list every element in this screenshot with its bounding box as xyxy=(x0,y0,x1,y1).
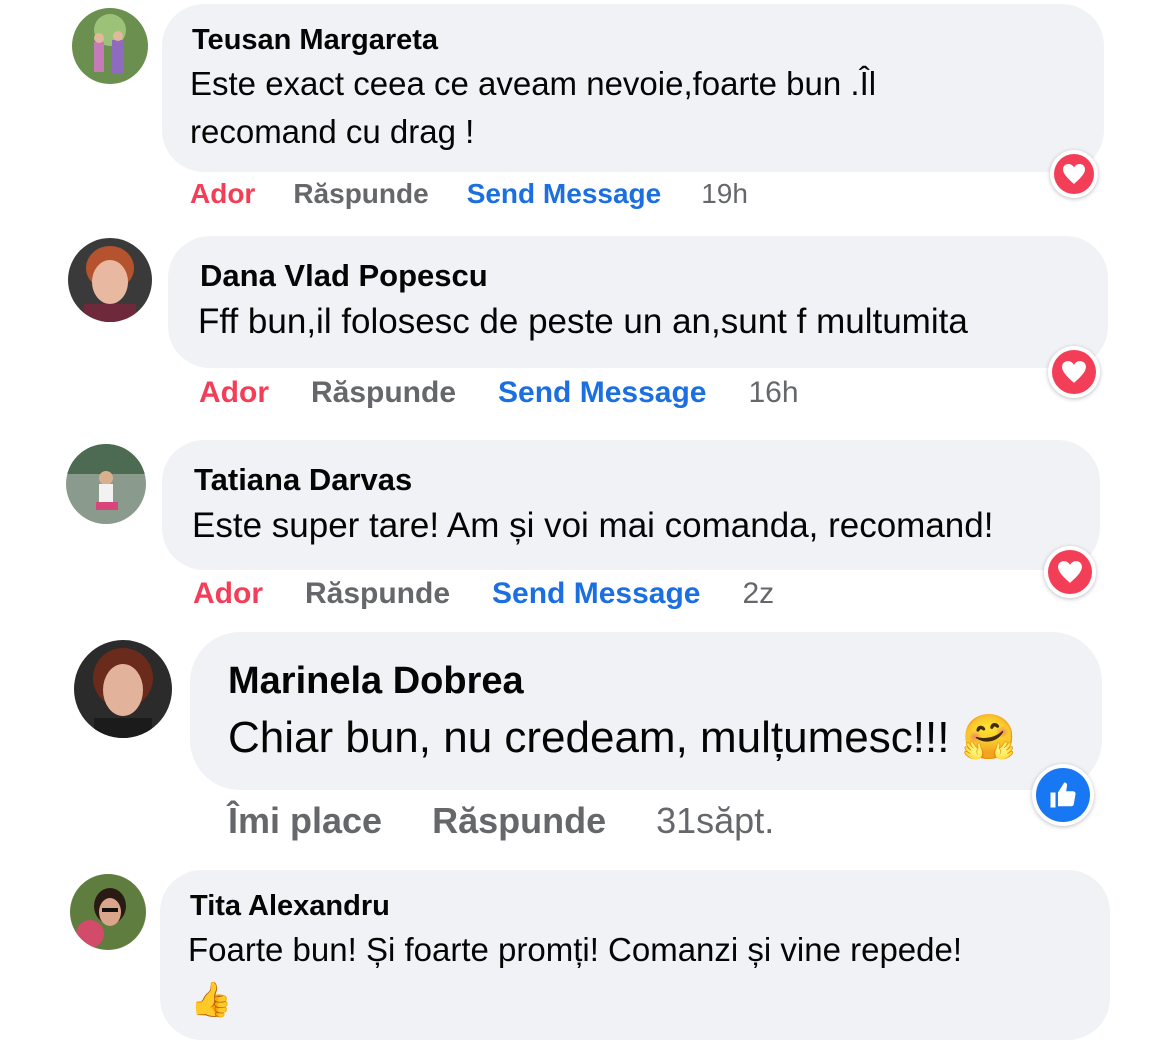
love-link[interactable]: Ador xyxy=(190,178,255,210)
avatar[interactable] xyxy=(72,8,148,84)
comment-bubble: Tita Alexandru Foarte bun! Și foarte pro… xyxy=(160,870,1110,1040)
heart-icon xyxy=(1062,361,1086,383)
thumbs-up-icon xyxy=(1050,782,1076,808)
avatar[interactable] xyxy=(74,640,172,738)
comment-bubble: Teusan Margareta Este exact ceea ce avea… xyxy=(162,4,1104,172)
reply-link[interactable]: Răspunde xyxy=(311,376,456,410)
comment-bubble: Tatiana Darvas Este super tare! Am și vo… xyxy=(162,440,1100,570)
heart-icon xyxy=(1063,164,1085,184)
reply-link[interactable]: Răspunde xyxy=(293,178,428,210)
comment-author[interactable]: Marinela Dobrea xyxy=(228,660,524,703)
love-reaction[interactable] xyxy=(1044,546,1096,598)
comment-text: Fff bun,il folosesc de peste un an,sunt … xyxy=(198,302,968,341)
comment-text: Foarte bun! Și foarte promți! Comanzi și… xyxy=(188,931,963,968)
comment-author[interactable]: Teusan Margareta xyxy=(192,24,438,57)
love-reaction[interactable] xyxy=(1050,150,1098,198)
timestamp[interactable]: 16h xyxy=(748,376,798,410)
comment-author[interactable]: Dana Vlad Popescu xyxy=(200,258,488,294)
like-reaction[interactable] xyxy=(1032,764,1094,826)
timestamp[interactable]: 19h xyxy=(701,178,748,210)
avatar[interactable] xyxy=(68,238,152,322)
send-message-link[interactable]: Send Message xyxy=(467,178,662,210)
comment-actions: Ador Răspunde Send Message 16h xyxy=(199,374,799,412)
like-link[interactable]: Îmi place xyxy=(228,800,382,842)
thumbs-up-emoji: 👍 xyxy=(190,981,233,1019)
timestamp[interactable]: 31săpt. xyxy=(656,800,774,842)
comment-author[interactable]: Tita Alexandru xyxy=(190,890,390,923)
comment-actions: Ador Răspunde Send Message 2z xyxy=(193,575,774,613)
timestamp[interactable]: 2z xyxy=(742,577,774,611)
reply-link[interactable]: Răspunde xyxy=(432,800,606,842)
comment-text: Este exact ceea ce aveam nevoie,foarte b… xyxy=(190,65,877,150)
love-link[interactable]: Ador xyxy=(193,577,263,611)
comment-author[interactable]: Tatiana Darvas xyxy=(194,462,412,498)
comment-actions: Îmi place Răspunde 31săpt. xyxy=(228,800,774,842)
comment-actions: Ador Răspunde Send Message 19h xyxy=(190,176,748,212)
reply-link[interactable]: Răspunde xyxy=(305,577,450,611)
avatar[interactable] xyxy=(66,444,146,524)
love-reaction[interactable] xyxy=(1048,346,1100,398)
send-message-link[interactable]: Send Message xyxy=(492,577,700,611)
send-message-link[interactable]: Send Message xyxy=(498,376,706,410)
comment-bubble: Marinela Dobrea Chiar bun, nu credeam, m… xyxy=(190,632,1102,790)
comment-text: Este super tare! Am și voi mai comanda, … xyxy=(192,506,994,545)
comment-bubble: Dana Vlad Popescu Fff bun,il folosesc de… xyxy=(168,236,1108,368)
heart-icon xyxy=(1058,561,1082,583)
love-link[interactable]: Ador xyxy=(199,376,269,410)
avatar[interactable] xyxy=(70,874,146,950)
comment-text: Chiar bun, nu credeam, mulțumesc!!! 🤗 xyxy=(228,713,1017,762)
